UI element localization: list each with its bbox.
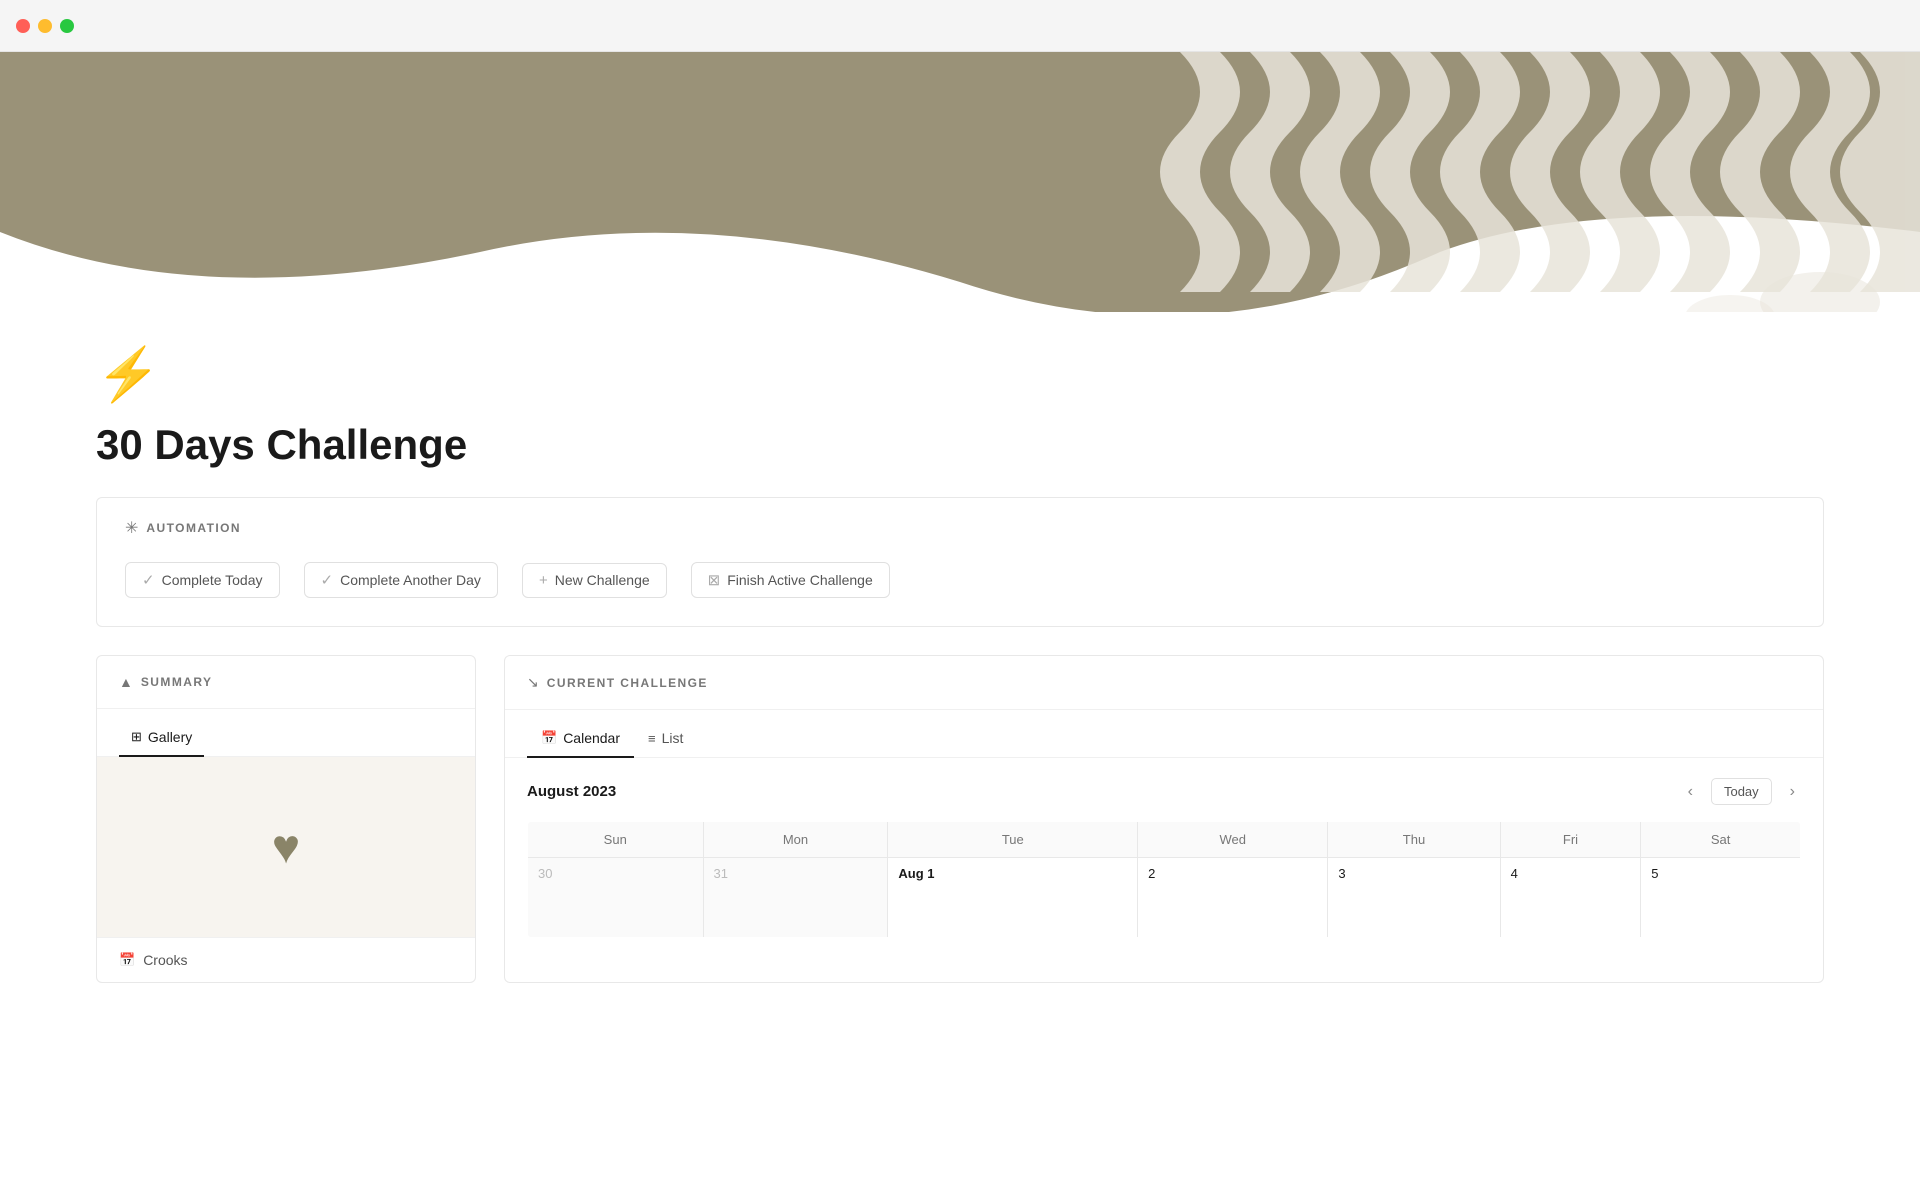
day-header-mon: Mon (703, 822, 888, 858)
calendar-grid: Sun Mon Tue Wed Thu Fri Sat 30 (527, 821, 1801, 938)
automation-block: ✳ AUTOMATION ✓ Complete Today ✓ Complete… (96, 497, 1824, 627)
challenge-tabs: 📅 Calendar ≡ List (505, 710, 1823, 758)
challenge-block: ↘ CURRENT CHALLENGE 📅 Calendar ≡ List Au… (504, 655, 1824, 983)
summary-tabs: ⊞ Gallery (97, 709, 475, 757)
tab-calendar[interactable]: 📅 Calendar (527, 722, 634, 758)
complete-today-button[interactable]: ✓ Complete Today (125, 562, 280, 598)
calendar-day-30[interactable]: 30 (528, 858, 704, 938)
calendar-week-1: 30 31 Aug 1 2 3 (528, 858, 1801, 938)
close-button[interactable] (16, 19, 30, 33)
gallery-icon: ⊞ (131, 729, 142, 745)
challenge-icon: ↘ (527, 674, 539, 691)
hero-banner (0, 52, 1920, 312)
automation-icon: ✳ (125, 518, 138, 538)
day-header-thu: Thu (1328, 822, 1500, 858)
calendar-day-5[interactable]: 5 (1641, 858, 1801, 938)
new-challenge-label: New Challenge (555, 572, 650, 588)
automation-label: AUTOMATION (146, 521, 241, 535)
day-header-wed: Wed (1138, 822, 1328, 858)
page-title: 30 Days Challenge (96, 421, 1824, 469)
calendar-day-aug1[interactable]: Aug 1 (888, 858, 1138, 938)
calendar-nav-right: ‹ Today › (1682, 778, 1801, 805)
tab-list[interactable]: ≡ List (634, 722, 697, 758)
calendar-day-2[interactable]: 2 (1138, 858, 1328, 938)
check-icon-2: ✓ (321, 571, 334, 589)
calendar-tab-label: Calendar (563, 730, 620, 746)
next-month-button[interactable]: › (1784, 779, 1801, 805)
finish-icon: ⊠ (708, 571, 721, 589)
summary-gallery-area: ♥ (97, 757, 475, 937)
page-icon: ⚡ (96, 344, 1824, 405)
footer-label: Crooks (143, 952, 187, 968)
day-header-tue: Tue (888, 822, 1138, 858)
heart-icon: ♥ (272, 820, 301, 875)
calendar-day-31[interactable]: 31 (703, 858, 888, 938)
calendar-nav: August 2023 ‹ Today › (527, 778, 1801, 805)
challenge-label: CURRENT CHALLENGE (547, 676, 708, 690)
list-tab-label: List (662, 730, 684, 746)
bottom-sections: ▲ SUMMARY ⊞ Gallery ♥ 📅 Crooks ↘ CURRENT (96, 655, 1824, 983)
automation-buttons: ✓ Complete Today ✓ Complete Another Day … (125, 562, 1795, 598)
prev-month-button[interactable]: ‹ (1682, 779, 1699, 805)
minimize-button[interactable] (38, 19, 52, 33)
summary-block: ▲ SUMMARY ⊞ Gallery ♥ 📅 Crooks (96, 655, 476, 983)
calendar-day-3[interactable]: 3 (1328, 858, 1500, 938)
day-header-sun: Sun (528, 822, 704, 858)
complete-another-day-button[interactable]: ✓ Complete Another Day (304, 562, 498, 598)
footer-icon: 📅 (119, 952, 135, 968)
new-challenge-button[interactable]: + New Challenge (522, 563, 667, 598)
maximize-button[interactable] (60, 19, 74, 33)
summary-header: ▲ SUMMARY (97, 656, 475, 709)
complete-today-label: Complete Today (162, 572, 263, 588)
gallery-label: Gallery (148, 729, 192, 745)
automation-header: ✳ AUTOMATION (125, 518, 1795, 538)
calendar-header-row: Sun Mon Tue Wed Thu Fri Sat (528, 822, 1801, 858)
calendar-tab-icon: 📅 (541, 730, 557, 746)
calendar-month: August 2023 (527, 783, 616, 800)
list-tab-icon: ≡ (648, 731, 656, 746)
finish-active-challenge-label: Finish Active Challenge (727, 572, 873, 588)
finish-active-challenge-button[interactable]: ⊠ Finish Active Challenge (691, 562, 890, 598)
day-header-sat: Sat (1641, 822, 1801, 858)
summary-label: SUMMARY (141, 675, 213, 689)
calendar-container: August 2023 ‹ Today › Sun Mon Tue Wed (505, 758, 1823, 958)
tab-gallery[interactable]: ⊞ Gallery (119, 721, 204, 757)
calendar-day-4[interactable]: 4 (1500, 858, 1641, 938)
summary-icon: ▲ (119, 674, 133, 690)
challenge-header: ↘ CURRENT CHALLENGE (505, 656, 1823, 710)
day-header-fri: Fri (1500, 822, 1641, 858)
summary-footer: 📅 Crooks (97, 937, 475, 982)
today-button[interactable]: Today (1711, 778, 1772, 805)
complete-another-day-label: Complete Another Day (340, 572, 481, 588)
plus-icon: + (539, 572, 548, 589)
page-content: ⚡ 30 Days Challenge ✳ AUTOMATION ✓ Compl… (0, 344, 1920, 983)
check-icon: ✓ (142, 571, 155, 589)
titlebar (0, 0, 1920, 52)
